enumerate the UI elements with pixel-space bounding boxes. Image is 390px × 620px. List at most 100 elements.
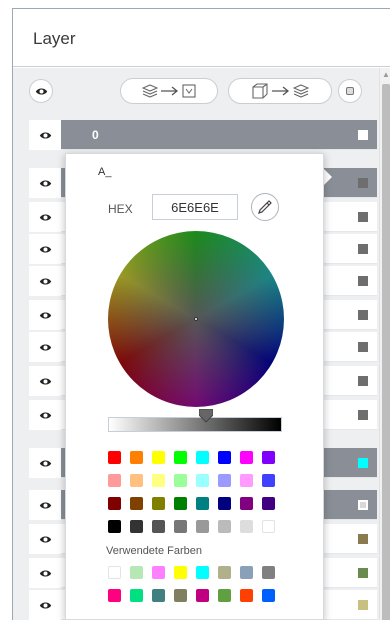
color-swatch[interactable] — [196, 520, 209, 533]
color-wheel-selector[interactable] — [194, 317, 198, 321]
visibility-toggle[interactable] — [29, 448, 61, 478]
visibility-toggle[interactable] — [29, 234, 61, 264]
toggle-all-visibility-button[interactable] — [29, 79, 53, 103]
visibility-toggle[interactable] — [29, 524, 61, 554]
layer-color-swatch[interactable] — [358, 130, 368, 140]
layer-color-swatch[interactable] — [358, 244, 368, 254]
layer-color-swatch[interactable] — [358, 410, 368, 420]
color-swatch[interactable] — [240, 497, 253, 510]
layers-to-box-button[interactable] — [120, 78, 218, 104]
color-swatch[interactable] — [108, 474, 121, 487]
color-swatch[interactable] — [218, 566, 231, 579]
hex-input[interactable] — [152, 194, 238, 220]
color-swatch[interactable] — [130, 566, 143, 579]
brightness-slider-thumb[interactable] — [199, 409, 213, 423]
color-swatch[interactable] — [108, 566, 121, 579]
color-swatch[interactable] — [196, 474, 209, 487]
color-swatch[interactable] — [262, 566, 275, 579]
visibility-toggle[interactable] — [29, 490, 61, 520]
visibility-toggle[interactable] — [29, 120, 61, 150]
box-to-layers-button[interactable] — [228, 78, 332, 104]
color-swatch[interactable] — [108, 451, 121, 464]
visibility-toggle[interactable] — [29, 168, 61, 198]
layer-color-swatch[interactable] — [358, 534, 368, 544]
layer-color-swatch[interactable] — [358, 458, 368, 468]
visibility-toggle[interactable] — [29, 400, 61, 430]
color-swatch[interactable] — [262, 451, 275, 464]
brightness-slider[interactable] — [108, 417, 282, 432]
color-swatch[interactable] — [218, 497, 231, 510]
color-swatch[interactable] — [240, 451, 253, 464]
visibility-toggle[interactable] — [29, 558, 61, 588]
layers-icon — [293, 84, 309, 98]
color-swatch[interactable] — [130, 451, 143, 464]
color-swatch[interactable] — [174, 474, 187, 487]
visibility-toggle[interactable] — [29, 300, 61, 330]
color-swatch[interactable] — [240, 566, 253, 579]
color-swatch[interactable] — [196, 497, 209, 510]
color-swatch[interactable] — [152, 520, 165, 533]
pipette-button[interactable] — [251, 193, 279, 221]
color-swatch[interactable] — [152, 566, 165, 579]
color-swatch[interactable] — [174, 520, 187, 533]
color-swatch[interactable] — [152, 474, 165, 487]
color-swatch[interactable] — [196, 566, 209, 579]
scroll-up-icon[interactable]: ▲ — [382, 70, 390, 79]
color-swatch[interactable] — [240, 520, 253, 533]
color-swatch[interactable] — [218, 589, 231, 602]
eye-icon — [39, 213, 51, 221]
visibility-toggle[interactable] — [29, 266, 61, 296]
color-swatch[interactable] — [262, 497, 275, 510]
color-picker-popup: A_ HEX Verwendete Farben — [65, 153, 324, 620]
visibility-toggle[interactable] — [29, 366, 61, 396]
visibility-toggle[interactable] — [29, 590, 61, 620]
color-swatch[interactable] — [174, 497, 187, 510]
color-swatch[interactable] — [262, 520, 275, 533]
color-swatch[interactable] — [262, 474, 275, 487]
scrollbar[interactable]: ▲ — [379, 68, 390, 620]
eye-icon — [39, 501, 51, 509]
scrollbar-thumb[interactable] — [382, 84, 390, 620]
color-swatch[interactable] — [196, 589, 209, 602]
visibility-toggle[interactable] — [29, 332, 61, 362]
color-swatch[interactable] — [108, 497, 121, 510]
color-swatch[interactable] — [218, 520, 231, 533]
color-swatch[interactable] — [240, 589, 253, 602]
color-swatch[interactable] — [218, 474, 231, 487]
color-swatch[interactable] — [108, 520, 121, 533]
layer-color-swatch[interactable] — [358, 376, 368, 386]
eye-icon — [39, 245, 51, 253]
layer-group-body[interactable]: 0 — [61, 120, 377, 150]
color-swatch[interactable] — [174, 566, 187, 579]
color-swatch[interactable] — [152, 589, 165, 602]
eye-icon — [39, 535, 51, 543]
color-swatch[interactable] — [108, 589, 121, 602]
color-swatch[interactable] — [262, 589, 275, 602]
color-swatch[interactable] — [218, 451, 231, 464]
layer-color-swatch[interactable] — [358, 600, 368, 610]
color-swatch[interactable] — [152, 497, 165, 510]
color-swatch[interactable] — [130, 589, 143, 602]
layer-color-swatch[interactable] — [358, 212, 368, 222]
visibility-toggle[interactable] — [29, 202, 61, 232]
layer-toolbar — [13, 76, 379, 106]
picker-layer-name: A_ — [98, 166, 112, 178]
layer-color-swatch[interactable] — [358, 276, 368, 286]
layer-color-swatch[interactable] — [358, 568, 368, 578]
layer-color-swatch[interactable] — [358, 500, 368, 510]
eye-icon — [39, 377, 51, 385]
color-swatch[interactable] — [174, 589, 187, 602]
layer-group-row[interactable]: 0 — [13, 120, 379, 150]
color-swatch[interactable] — [130, 497, 143, 510]
layer-color-swatch[interactable] — [358, 310, 368, 320]
color-swatch[interactable] — [240, 474, 253, 487]
color-swatch[interactable] — [130, 474, 143, 487]
color-swatch[interactable] — [196, 451, 209, 464]
box-icon — [182, 84, 196, 98]
layer-color-swatch[interactable] — [358, 178, 368, 188]
color-swatch[interactable] — [174, 451, 187, 464]
color-swatch[interactable] — [152, 451, 165, 464]
layer-color-swatch[interactable] — [358, 342, 368, 352]
layer-menu-button[interactable] — [338, 79, 362, 103]
color-swatch[interactable] — [130, 520, 143, 533]
